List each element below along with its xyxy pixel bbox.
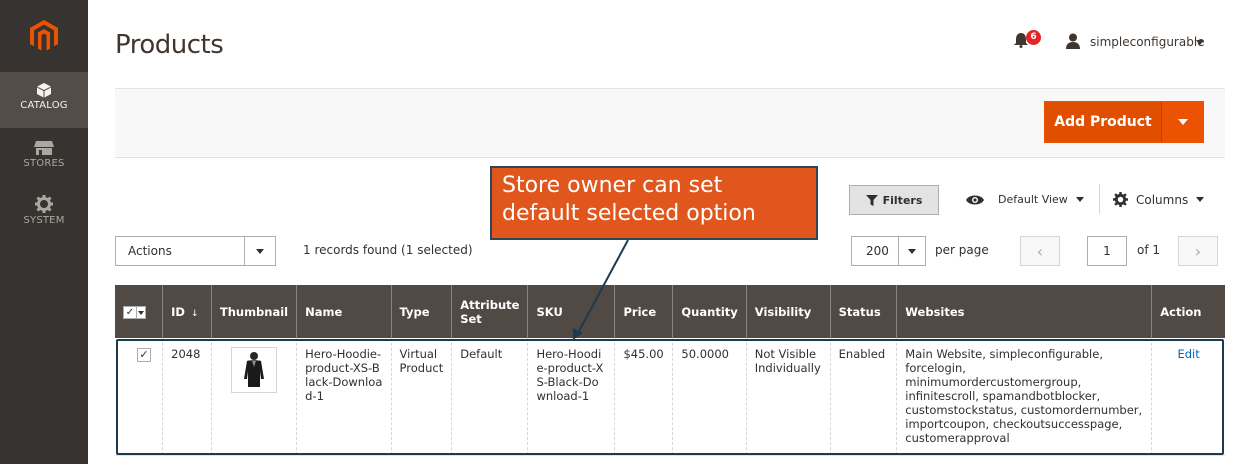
sidebar-item-label: SYSTEM [23,215,65,226]
sidebar-item-catalog[interactable]: CATALOG [0,72,88,128]
records-found-text: 1 records found (1 selected) [303,243,473,257]
filters-label: Filters [882,193,923,207]
cell-id: 2048 [162,338,212,456]
sidebar-item-stores[interactable]: STORES [0,140,88,169]
admin-sidebar: CATALOG STORES SYSTEM [0,0,88,464]
product-thumbnail[interactable] [230,347,277,393]
filter-icon [865,194,878,206]
sidebar-item-label: CATALOG [20,100,68,111]
column-header-visibility[interactable]: Visibility [745,285,831,338]
column-header-status[interactable]: Status [829,285,897,338]
cell-attribute-set: Default [451,338,528,456]
cell-status: Enabled [829,338,897,456]
column-header-type[interactable]: Type [390,285,452,338]
mass-select-checkbox[interactable]: ✓ [123,306,146,319]
per-page-label: per page [935,243,989,257]
eye-icon [966,195,984,204]
column-header-thumbnail: Thumbnail [210,285,297,338]
previous-page-button[interactable]: ‹ [1020,236,1060,266]
gear-icon [1113,192,1128,207]
column-header-attribute-set[interactable]: Attribute Set [451,285,528,338]
row-select-cell[interactable]: ✓ [115,338,163,456]
per-page-select[interactable]: 200 [851,236,926,266]
column-header-quantity[interactable]: Quantity [672,285,747,338]
cell-type: Virtual Product [390,338,452,456]
cell-visibility: Not Visible Individually [745,338,831,456]
mass-select-header[interactable]: ✓ [115,285,163,338]
add-product-button[interactable]: Add Product [1044,101,1204,143]
cube-icon [37,83,51,98]
columns-label: Columns [1136,192,1189,207]
products-grid: ✓ ID ↓ Thumbnail Name Type Attribute Set … [115,285,1225,456]
column-header-name[interactable]: Name [296,285,392,338]
per-page-value: 200 [866,244,889,258]
chevron-right-icon: › [1194,241,1202,261]
user-icon[interactable] [1065,33,1081,53]
column-header-sku[interactable]: SKU [527,285,615,338]
actions-label: Actions [128,244,172,258]
gear-icon [35,195,53,213]
chevron-down-icon [1075,197,1084,202]
sidebar-item-system[interactable]: SYSTEM [0,195,88,226]
column-header-websites[interactable]: Websites [896,285,1152,338]
view-switcher[interactable]: Default View [966,193,1084,206]
chevron-down-icon[interactable] [1196,40,1204,45]
add-product-dropdown-toggle[interactable] [1161,102,1203,142]
cell-thumbnail [210,338,297,456]
cell-websites: Main Website, simpleconfigurable, forcel… [896,338,1152,456]
sort-arrow-icon: ↓ [190,308,199,319]
next-page-button[interactable]: › [1178,236,1218,266]
store-icon [34,141,54,155]
column-header-price[interactable]: Price [614,285,673,338]
chevron-down-icon [136,307,145,318]
cell-price: $45.00 [614,338,673,456]
edit-link[interactable]: Edit [1177,347,1199,361]
mass-actions-select[interactable]: Actions [115,236,276,266]
chevron-down-icon [908,248,916,254]
user-menu-name[interactable]: simpleconfigurable [1090,35,1205,49]
total-pages-text: of 1 [1137,243,1161,257]
chevron-left-icon: ‹ [1036,241,1044,261]
cell-name: Hero-Hoodie-product-XS-Black-Download-1 [296,338,392,456]
magento-logo[interactable] [0,0,88,72]
chevron-down-icon [1177,119,1188,125]
filters-button[interactable]: Filters [849,185,939,215]
add-product-label[interactable]: Add Product [1045,102,1161,142]
cell-action: Edit [1151,338,1225,456]
toolbar-divider [1099,184,1100,214]
per-page-dropdown-toggle[interactable] [898,237,925,265]
check-icon: ✓ [125,307,135,318]
annotation-callout: Store owner can set default selected opt… [490,166,818,240]
table-row[interactable]: ✓ 2048 Hero-Hoodie-product-XS-Black-Down… [115,338,1225,456]
page-title: Products [115,30,224,60]
notification-badge[interactable]: 6 [1026,30,1041,45]
view-label: Default View [998,193,1068,206]
columns-control[interactable]: Columns [1113,192,1205,207]
chevron-down-icon [1196,197,1205,202]
chevron-down-icon [256,248,264,254]
row-checkbox[interactable]: ✓ [137,348,151,362]
page-number-input[interactable]: 1 [1087,236,1127,266]
column-header-action: Action [1151,285,1225,338]
column-header-id[interactable]: ID ↓ [162,285,212,338]
cell-sku: Hero-Hoodie-product-XS-Black-Download-1 [527,338,615,456]
cell-quantity: 50.0000 [672,338,747,456]
sidebar-item-label: STORES [23,158,65,169]
actions-dropdown-toggle[interactable] [244,237,275,265]
